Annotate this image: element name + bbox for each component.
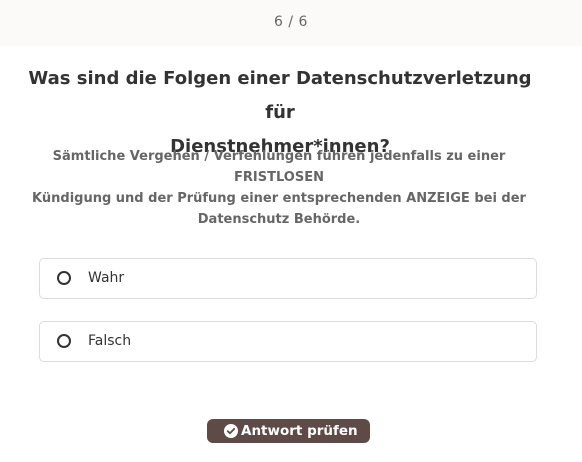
answer-option-falsch[interactable]: Falsch xyxy=(39,321,537,362)
check-answer-button[interactable]: Antwort prüfen xyxy=(207,419,370,443)
explanation-line-1: Sämtliche Vergehen / Verfehlungen führen… xyxy=(52,149,506,185)
check-circle-icon xyxy=(224,424,238,438)
explanation-text: Sämtliche Vergehen / Verfehlungen führen… xyxy=(14,146,544,230)
answer-option-label: Falsch xyxy=(88,333,132,349)
answer-option-wahr[interactable]: Wahr xyxy=(39,258,537,299)
question-line-1: Was sind die Folgen einer Datenschutzver… xyxy=(28,68,532,123)
explanation-line-3: Datenschutz Behörde. xyxy=(197,212,361,227)
radio-button[interactable] xyxy=(57,334,71,348)
check-answer-label: Antwort prüfen xyxy=(241,423,358,439)
answer-option-label: Wahr xyxy=(88,270,125,286)
explanation-line-2: Kündigung und der Prüfung einer entsprec… xyxy=(32,191,526,206)
radio-button[interactable] xyxy=(57,271,71,285)
progress-counter: 6 / 6 xyxy=(274,14,308,30)
